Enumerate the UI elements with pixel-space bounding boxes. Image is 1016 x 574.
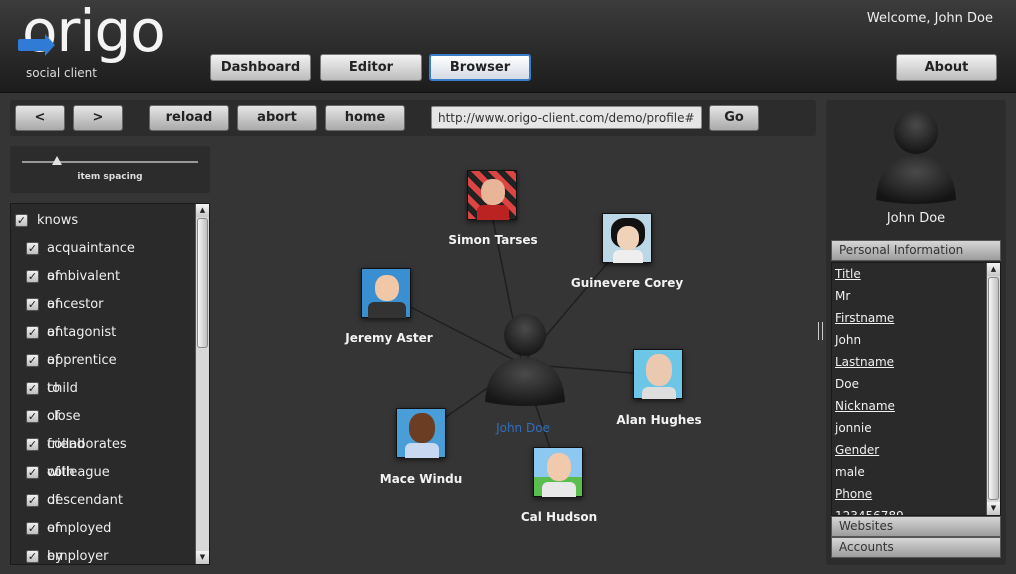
relation-checkbox[interactable]: ✓ — [26, 438, 39, 451]
relation-checkbox[interactable]: ✓ — [26, 494, 39, 507]
center-name-text: John Doe — [496, 421, 550, 435]
section-accounts[interactable]: Accounts — [831, 537, 1001, 558]
logo-arrow-icon — [18, 34, 55, 56]
url-input[interactable] — [431, 106, 702, 129]
welcome-message: Welcome, John Doe — [866, 11, 993, 26]
field-value: male — [835, 465, 865, 479]
field-value: 123456789 — [835, 509, 904, 516]
field-label[interactable]: Gender — [835, 443, 879, 457]
relation-checkbox[interactable]: ✓ — [26, 550, 39, 563]
scroll-up-icon[interactable]: ▲ — [987, 263, 1000, 276]
avatar-mace-windu[interactable] — [396, 408, 446, 458]
back-button[interactable]: < — [15, 105, 65, 131]
spacing-slider-track[interactable] — [22, 161, 198, 163]
relation-checkbox[interactable]: ✓ — [26, 298, 39, 311]
relation-checkbox[interactable]: ✓ — [26, 522, 39, 535]
tab-dashboard[interactable]: Dashboard — [210, 54, 311, 81]
scroll-up-icon[interactable]: ▲ — [196, 204, 209, 217]
scroll-thumb[interactable] — [197, 218, 208, 348]
name-cal-hudson[interactable]: Cal Hudson — [499, 510, 619, 524]
relation-checkbox[interactable]: ✓ — [26, 242, 39, 255]
scroll-thumb[interactable] — [988, 277, 999, 500]
relations-list: ✓ knows ✓ acquaintance of ✓ ambivalent of ✓ a… — [10, 203, 210, 565]
reload-button[interactable]: reload — [149, 105, 229, 131]
panel-resize-handle[interactable] — [818, 322, 823, 340]
logo-subtitle: social client — [26, 66, 97, 80]
name-simon-tarses[interactable]: Simon Tarses — [433, 233, 553, 247]
section-websites[interactable]: Websites — [831, 516, 1001, 537]
forward-button[interactable]: > — [73, 105, 123, 131]
origo-logo: origo social client — [18, 2, 180, 84]
avatar-alan-hughes[interactable] — [633, 349, 683, 399]
field-value: Mr — [835, 289, 851, 303]
name-alan-hughes[interactable]: Alan Hughes — [599, 413, 719, 427]
social-graph: John Doe Simon Tarses Guinevere Corey Je… — [215, 140, 815, 570]
field-label[interactable]: Nickname — [835, 399, 895, 413]
relation-checkbox[interactable]: ✓ — [26, 410, 39, 423]
field-value: John — [835, 333, 862, 347]
section-personal-information[interactable]: Personal Information — [831, 240, 1001, 261]
field-label[interactable]: Phone — [835, 487, 872, 501]
abort-button[interactable]: abort — [237, 105, 317, 131]
field-value: jonnie — [835, 421, 872, 435]
item-spacing-control: item spacing — [10, 146, 210, 193]
field-label[interactable]: Firstname — [835, 311, 894, 325]
home-button[interactable]: home — [325, 105, 405, 131]
relation-checkbox[interactable]: ✓ — [26, 270, 39, 283]
profile-panel: John Doe Personal Information Title Mr Fir… — [826, 100, 1006, 565]
tab-editor[interactable]: Editor — [320, 54, 422, 81]
field-value: Doe — [835, 377, 859, 391]
spacing-slider-thumb[interactable] — [52, 156, 63, 165]
spacing-label: item spacing — [77, 172, 143, 182]
checkbox-knows[interactable]: ✓ — [15, 214, 28, 227]
scroll-down-icon[interactable]: ▼ — [196, 551, 209, 564]
relation-label: knows — [37, 213, 79, 228]
relations-scrollbar[interactable]: ▲ ▼ — [195, 204, 209, 564]
relation-label: employer of — [47, 549, 109, 564]
scroll-down-icon[interactable]: ▼ — [987, 502, 1000, 515]
profile-scrollbar[interactable]: ▲ ▼ — [986, 263, 1000, 515]
center-person-name[interactable]: John Doe — [475, 421, 571, 435]
avatar-simon-tarses[interactable] — [467, 170, 517, 220]
about-button[interactable]: About — [896, 54, 997, 81]
personal-info-list: Title Mr Firstname John Lastname Doe Nickname j… — [831, 262, 1001, 516]
avatar-cal-hudson[interactable] — [533, 447, 583, 497]
logo-wordmark: origo — [22, 0, 166, 65]
go-button[interactable]: Go — [709, 105, 759, 131]
relation-checkbox[interactable]: ✓ — [26, 326, 39, 339]
avatar-guinevere-corey[interactable] — [602, 213, 652, 263]
profile-name: John Doe — [886, 211, 946, 226]
tab-browser[interactable]: Browser — [429, 54, 531, 81]
app-header: origo social client Dashboard Editor Bro… — [0, 0, 1016, 93]
profile-avatar-icon — [876, 110, 956, 204]
avatar-jeremy-aster[interactable] — [361, 268, 411, 318]
relation-checkbox[interactable]: ✓ — [26, 466, 39, 479]
name-mace-windu[interactable]: Mace Windu — [361, 472, 481, 486]
field-label[interactable]: Title — [835, 267, 861, 281]
name-guinevere-corey[interactable]: Guinevere Corey — [567, 276, 687, 290]
browser-toolbar: < > reload abort home Go — [10, 100, 816, 136]
relation-checkbox[interactable]: ✓ — [26, 382, 39, 395]
relation-checkbox[interactable]: ✓ — [26, 354, 39, 367]
name-jeremy-aster[interactable]: Jeremy Aster — [329, 331, 449, 345]
field-label[interactable]: Lastname — [835, 355, 894, 369]
